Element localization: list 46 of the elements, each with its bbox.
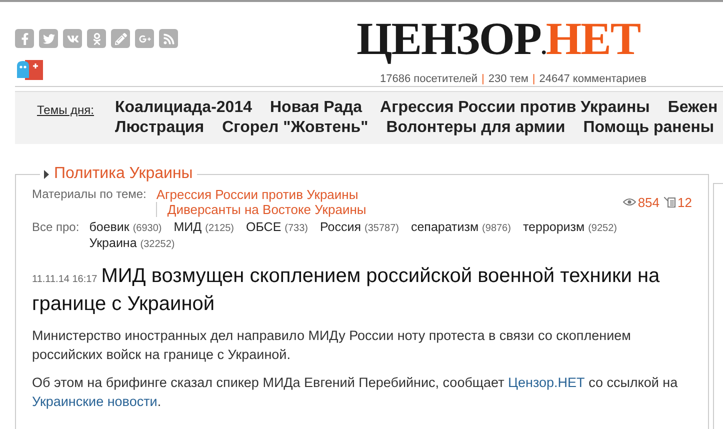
- article-title: 11.11.14 16:17 МИД возмущен скоплением российской военной техники на границе с Украиной: [32, 264, 661, 316]
- article-paragraph: Министерство иностранных дел направило МИДу России ноту протеста в связи со скоплением российских войск на границе с Украиной.: [32, 327, 632, 364]
- tags-label: Все про:: [32, 220, 80, 236]
- comment-icon: [664, 196, 676, 208]
- related-link[interactable]: Диверсанты на Востоке Украины: [156, 202, 366, 217]
- article-paragraph: Об этом на брифинге сказал спикер МИДа Евгений Перебийнис, сообщает Цензор.НЕТ со ссылкой на Украинские новости.: [32, 374, 679, 411]
- tag-link[interactable]: сепаратизм (9876): [410, 220, 511, 234]
- text-link[interactable]: Украинские новости: [32, 394, 158, 409]
- topic-link[interactable]: Помощь ранены: [583, 119, 714, 137]
- triangle-icon: [44, 170, 49, 178]
- text-link[interactable]: Цензор.НЕТ: [508, 375, 585, 390]
- comments-count[interactable]: 12: [678, 194, 692, 210]
- views-count: 854: [638, 194, 660, 210]
- topic-link[interactable]: Коалициада-2014: [115, 99, 252, 117]
- facebook-icon[interactable]: [15, 29, 34, 48]
- related-link[interactable]: Агрессия России против Украины: [156, 187, 366, 202]
- vk-icon[interactable]: [63, 29, 82, 48]
- site-stat: 230 тем: [488, 73, 528, 85]
- topic-link[interactable]: Люстрация: [115, 119, 204, 137]
- section-title[interactable]: Политика Украины: [54, 165, 193, 183]
- separator: |: [482, 73, 484, 85]
- rss-icon[interactable]: [159, 29, 178, 48]
- article-date: 11.11.14 16:17: [32, 274, 98, 285]
- tag-link[interactable]: Украина (32252): [89, 236, 175, 250]
- topic-link[interactable]: Бежен: [668, 99, 718, 117]
- tag-link[interactable]: Россия (35787): [320, 220, 399, 234]
- tag-link[interactable]: терроризм (9252): [522, 220, 617, 234]
- topic-link[interactable]: Агрессия России против Украины: [380, 99, 650, 117]
- twitter-icon[interactable]: [39, 29, 58, 48]
- topic-link[interactable]: Новая Рада: [270, 99, 362, 117]
- tag-link[interactable]: ОБСЕ (733): [246, 220, 308, 234]
- topic-link[interactable]: Волонтеры для армии: [386, 119, 566, 137]
- site-logo[interactable]: ЦЕНЗОР.НЕТ: [356, 15, 640, 71]
- related-label: Материалы по теме:: [32, 187, 146, 203]
- site-stat: 24647 комментариев: [539, 73, 647, 85]
- topic-link[interactable]: Сгорел "Жовтень": [222, 119, 368, 137]
- google-plus-community-icon[interactable]: [15, 60, 43, 80]
- pencil-icon[interactable]: [111, 29, 130, 48]
- google-plus-icon[interactable]: [135, 29, 154, 48]
- topics-label[interactable]: Темы дня:: [37, 99, 115, 137]
- separator: |: [532, 73, 536, 85]
- site-stat: 17686 посетителей: [380, 73, 478, 85]
- odnoklassniki-icon[interactable]: [87, 29, 106, 48]
- tag-link[interactable]: МИД (2125): [174, 220, 234, 234]
- tag-link[interactable]: боевик (6930): [89, 220, 162, 234]
- eye-icon: [622, 198, 636, 206]
